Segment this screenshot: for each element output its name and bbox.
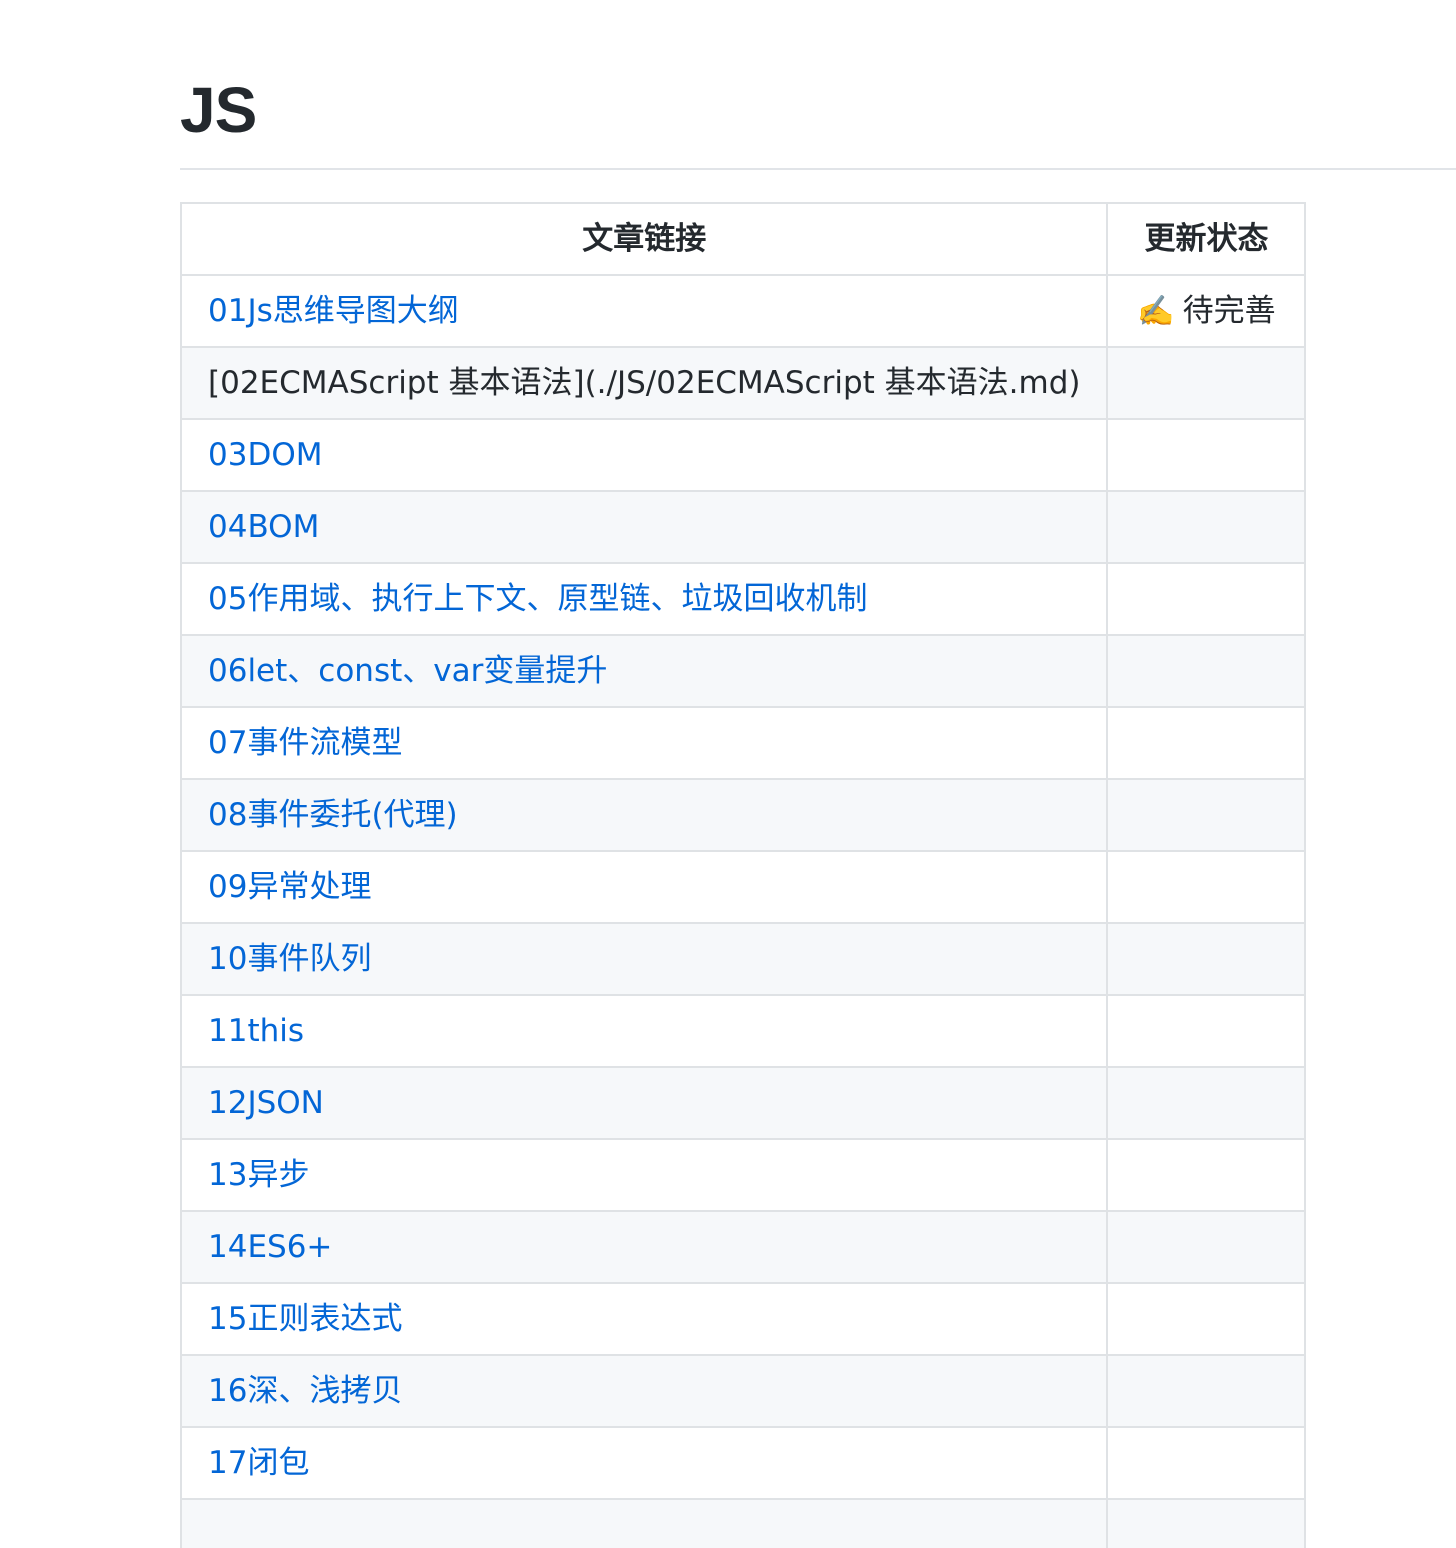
article-link[interactable]: 05作用域、执行上下文、原型链、垃圾回收机制 [208, 581, 867, 617]
table-row: 12JSON [179, 1066, 1307, 1140]
table-row: 06let、const、var变量提升 [179, 634, 1307, 708]
status-cell [1106, 778, 1307, 852]
table-row: 15正则表达式 [179, 1282, 1307, 1356]
table-row: 17闭包 [179, 1426, 1307, 1500]
table-row: 08事件委托(代理) [179, 778, 1307, 852]
table-row: 11this [179, 994, 1307, 1068]
article-link[interactable]: 11this [208, 1013, 304, 1049]
article-link[interactable]: 16深、浅拷贝 [208, 1373, 402, 1409]
status-cell [1106, 1210, 1307, 1284]
status-cell [1106, 706, 1307, 780]
table-body: 01Js思维导图大纲 ✍️ 待完善 [02ECMAScript 基本语法](./JS/… [179, 274, 1307, 1548]
article-link[interactable]: 09异常处理 [208, 869, 371, 905]
header-article-link: 文章链接 [179, 202, 1109, 276]
article-cell: 04BOM [179, 490, 1109, 564]
article-cell: 09异常处理 [179, 850, 1109, 924]
article-link[interactable]: 17闭包 [208, 1445, 309, 1481]
status-cell [1106, 634, 1307, 708]
header-update-status: 更新状态 [1106, 202, 1307, 276]
page-title: JS [180, 0, 1456, 170]
article-cell: 08事件委托(代理) [179, 778, 1109, 852]
article-link[interactable]: 08事件委托(代理) [208, 797, 458, 833]
article-cell: 17闭包 [179, 1426, 1109, 1500]
table-row: 03DOM [179, 418, 1307, 492]
status-cell [1106, 1282, 1307, 1356]
table-row: 10事件队列 [179, 922, 1307, 996]
article-cell: 10事件队列 [179, 922, 1109, 996]
table-row: 05作用域、执行上下文、原型链、垃圾回收机制 [179, 562, 1307, 636]
article-cell [179, 1498, 1109, 1548]
status-cell [1106, 346, 1307, 420]
table-row: 14ES6+ [179, 1210, 1307, 1284]
status-cell [1106, 1066, 1307, 1140]
article-cell: 16深、浅拷贝 [179, 1354, 1109, 1428]
articles-table: 文章链接 更新状态 01Js思维导图大纲 ✍️ 待完善 [02ECMAScript 基… [179, 202, 1307, 1548]
article-link[interactable]: 04BOM [208, 509, 319, 545]
status-cell [1106, 850, 1307, 924]
article-cell: 05作用域、执行上下文、原型链、垃圾回收机制 [179, 562, 1109, 636]
article-link[interactable]: 12JSON [208, 1085, 324, 1121]
table-row: 09异常处理 [179, 850, 1307, 924]
article-link[interactable]: 07事件流模型 [208, 725, 402, 761]
article-link[interactable]: 03DOM [208, 437, 322, 473]
article-cell: 01Js思维导图大纲 [179, 274, 1109, 348]
article-link[interactable]: 15正则表达式 [208, 1301, 402, 1337]
article-text: [02ECMAScript 基本语法](./JS/02ECMAScript 基本… [208, 365, 1081, 401]
table-row: 04BOM [179, 490, 1307, 564]
status-cell [1106, 1498, 1307, 1548]
status-cell [1106, 1426, 1307, 1500]
article-link[interactable]: 01Js思维导图大纲 [208, 293, 459, 329]
article-cell: 07事件流模型 [179, 706, 1109, 780]
table-row: [02ECMAScript 基本语法](./JS/02ECMAScript 基本… [179, 346, 1307, 420]
status-label: 待完善 [1182, 292, 1276, 329]
status-cell [1106, 994, 1307, 1068]
article-link[interactable]: 06let、const、var变量提升 [208, 653, 607, 689]
table-row [179, 1498, 1307, 1548]
article-cell: 06let、const、var变量提升 [179, 634, 1109, 708]
article-link[interactable]: 14ES6+ [208, 1229, 332, 1265]
article-cell: [02ECMAScript 基本语法](./JS/02ECMAScript 基本… [179, 346, 1109, 420]
table-row: 01Js思维导图大纲 ✍️ 待完善 [179, 274, 1307, 348]
status-cell [1106, 490, 1307, 564]
table-row: 07事件流模型 [179, 706, 1307, 780]
status-cell: ✍️ 待完善 [1106, 274, 1307, 348]
article-cell: 11this [179, 994, 1109, 1068]
table-row: 16深、浅拷贝 [179, 1354, 1307, 1428]
status-cell [1106, 562, 1307, 636]
article-cell: 15正则表达式 [179, 1282, 1109, 1356]
article-cell: 14ES6+ [179, 1210, 1109, 1284]
table-header-row: 文章链接 更新状态 [179, 202, 1307, 276]
article-link[interactable]: 10事件队列 [208, 941, 371, 977]
status-cell [1106, 1354, 1307, 1428]
status-cell [1106, 418, 1307, 492]
status-cell [1106, 1138, 1307, 1212]
article-cell: 13异步 [179, 1138, 1109, 1212]
status-cell [1106, 922, 1307, 996]
article-link[interactable]: 13异步 [208, 1157, 309, 1193]
writing-hand-icon: ✍️ [1137, 294, 1175, 328]
article-cell: 12JSON [179, 1066, 1109, 1140]
table-row: 13异步 [179, 1138, 1307, 1212]
markdown-body: JS 文章链接 更新状态 01Js思维导图大纲 ✍️ 待完善 [02ECMAScrip… [179, 0, 1456, 1548]
article-cell: 03DOM [179, 418, 1109, 492]
